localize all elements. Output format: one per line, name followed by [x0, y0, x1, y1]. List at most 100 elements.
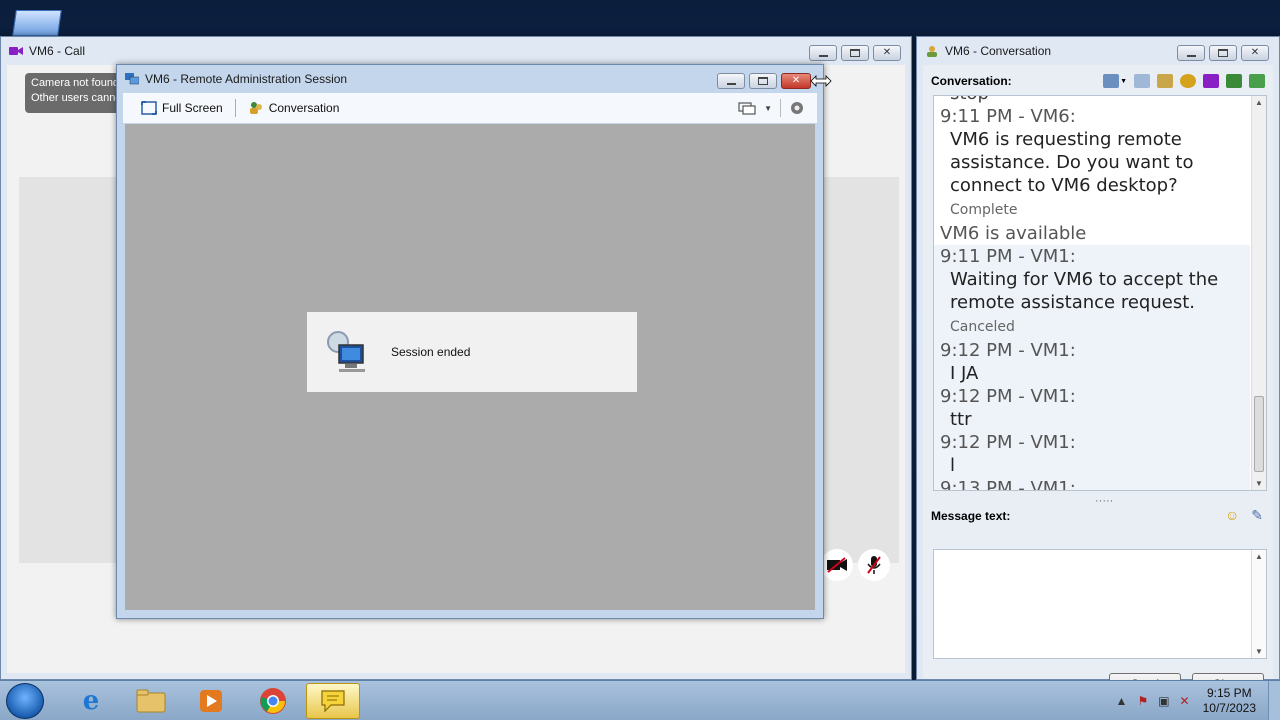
- network-icon[interactable]: ▣: [1158, 694, 1169, 708]
- toolbar-separator: [234, 99, 236, 117]
- message-input[interactable]: ▲ ▼: [933, 549, 1267, 659]
- emoticon-icon[interactable]: ☺: [1225, 507, 1239, 524]
- conversation-label: Conversation:: [931, 74, 1012, 88]
- conversation-window: VM6 - Conversation ✕ Conversation: ▼ sto…: [916, 36, 1280, 694]
- scroll-down-icon[interactable]: ▼: [1255, 647, 1263, 656]
- message-timestamp: 9:12 PM - VM1:: [940, 432, 1076, 453]
- format-text-icon[interactable]: ✎: [1251, 507, 1263, 524]
- ras-window-title: VM6 - Remote Administration Session: [145, 72, 348, 86]
- message-text-label: Message text:: [931, 509, 1011, 523]
- remote-computer-icon: [327, 331, 365, 372]
- clock-time: 9:15 PM: [1206, 686, 1252, 700]
- maximize-button[interactable]: [841, 45, 869, 61]
- message-body-text: Waiting for VM6 to accept the remote ass…: [950, 269, 1219, 313]
- message-timestamp: 9:11 PM - VM1:: [940, 246, 1076, 267]
- full-screen-icon: [141, 101, 157, 115]
- desktop-computer-icon[interactable]: [12, 10, 62, 36]
- internet-explorer-icon: e: [82, 686, 100, 716]
- camera-off-icon: [827, 557, 847, 573]
- clock[interactable]: 9:15 PM 10/7/2023: [1203, 686, 1256, 716]
- invite-users-icon[interactable]: [1226, 74, 1242, 88]
- remote-desktop-view[interactable]: Session ended: [125, 124, 815, 610]
- remote-session-icon: [125, 73, 139, 85]
- message-timestamp: 9:13 PM - VM1:: [940, 478, 1076, 491]
- conversation-label: Conversation: [268, 101, 340, 115]
- taskbar-media-player[interactable]: [184, 683, 238, 719]
- full-screen-label: Full Screen: [162, 101, 223, 115]
- message-text: Waiting for VM6 to accept the remote ass…: [934, 268, 1250, 339]
- message-body-text: VM6 is requesting remote assistance. Do …: [950, 129, 1194, 196]
- message-status: Complete: [950, 202, 1018, 218]
- send-file-icon[interactable]: [1157, 74, 1173, 88]
- add-contact-dropdown-icon[interactable]: ▼: [1103, 74, 1127, 88]
- chrome-icon: [260, 688, 286, 714]
- conversation-history[interactable]: stop 9:11 PM - VM6: VM6 is requesting re…: [933, 95, 1267, 491]
- microphone-muted-icon: [867, 556, 881, 574]
- maximize-button[interactable]: [1209, 45, 1237, 61]
- scroll-thumb[interactable]: [1254, 396, 1264, 472]
- message-status: Canceled: [950, 319, 1015, 335]
- video-call-icon[interactable]: [1203, 74, 1219, 88]
- taskbar: e ▲ ⚑ ▣ ✕ 9:15 PM 10/7/2023: [0, 680, 1280, 720]
- remote-assistance-icon[interactable]: [1180, 74, 1196, 88]
- scroll-up-icon[interactable]: ▲: [1255, 98, 1263, 107]
- folder-icon: [136, 689, 166, 713]
- display-options-icon[interactable]: [738, 101, 756, 115]
- conversation-button[interactable]: Conversation: [242, 100, 346, 116]
- chat-bubble-icon: [321, 690, 345, 713]
- show-hidden-icons-icon[interactable]: ▲: [1116, 694, 1128, 708]
- close-button[interactable]: ✕: [1241, 45, 1269, 61]
- minimize-button[interactable]: [1177, 45, 1205, 61]
- show-desktop-button[interactable]: [1268, 681, 1280, 720]
- tooltip-line-1: Camera not found: [31, 77, 120, 89]
- message-timestamp: 9:12 PM - VM1:: [940, 386, 1076, 407]
- session-ended-panel: Session ended: [307, 312, 637, 392]
- toolbar-separator: [780, 99, 781, 117]
- conversation-window-title: VM6 - Conversation: [945, 44, 1052, 58]
- scroll-up-icon[interactable]: ▲: [1255, 552, 1263, 561]
- message-text: stop: [934, 96, 1250, 105]
- splitter-grip[interactable]: ·····: [1095, 495, 1113, 507]
- history-scrollbar[interactable]: ▲ ▼: [1251, 96, 1266, 490]
- conversation-header: Conversation: ▼: [931, 71, 1265, 91]
- conversation-icon: [249, 102, 262, 114]
- message-timestamp: 9:12 PM - VM1:: [940, 340, 1076, 361]
- full-screen-button[interactable]: Full Screen: [135, 101, 229, 115]
- session-status-text: Session ended: [391, 345, 471, 359]
- input-scrollbar[interactable]: ▲ ▼: [1251, 550, 1266, 658]
- maximize-button[interactable]: [749, 73, 777, 89]
- media-player-icon: [200, 690, 222, 712]
- settings-gear-icon[interactable]: [789, 100, 805, 116]
- display-dropdown-arrow-icon[interactable]: ▼: [764, 104, 772, 113]
- mute-button[interactable]: [858, 549, 890, 581]
- minimize-button[interactable]: [809, 45, 837, 61]
- clock-date: 10/7/2023: [1202, 701, 1256, 715]
- resize-cursor-icon: [810, 75, 832, 87]
- taskbar-file-explorer[interactable]: [124, 683, 178, 719]
- user-icon: [927, 46, 937, 57]
- remote-session-window: VM6 - Remote Administration Session ✕ Fu…: [116, 64, 824, 619]
- action-center-flag-icon[interactable]: ⚑: [1137, 694, 1148, 708]
- ras-toolbar: Full Screen Conversation ▼: [123, 93, 817, 123]
- volume-muted-icon[interactable]: ✕: [1180, 694, 1190, 708]
- conversation-body: Conversation: ▼ stop 9:11 PM - VM6: VM6 …: [923, 65, 1273, 694]
- tooltip-line-2: Other users canno: [31, 92, 122, 104]
- taskbar-chrome[interactable]: [246, 683, 300, 719]
- close-button[interactable]: ✕: [873, 45, 901, 61]
- message-text: ttr: [950, 409, 972, 430]
- message-text: l: [950, 455, 956, 476]
- taskbar-chat-app[interactable]: [306, 683, 360, 719]
- conversation-toolbar: ▼: [1103, 74, 1265, 88]
- close-button[interactable]: ✕: [781, 73, 811, 89]
- message-timestamp: 9:11 PM - VM6:: [940, 106, 1076, 127]
- scroll-down-icon[interactable]: ▼: [1255, 479, 1263, 488]
- export-icon[interactable]: [1249, 74, 1265, 88]
- call-window-title: VM6 - Call: [29, 44, 86, 58]
- history-icon[interactable]: [1134, 74, 1150, 88]
- taskbar-internet-explorer[interactable]: e: [64, 683, 118, 719]
- start-button[interactable]: [6, 683, 44, 719]
- call-titlebar[interactable]: VM6 - Call: [1, 37, 911, 65]
- camera-off-button[interactable]: [821, 549, 853, 581]
- minimize-button[interactable]: [717, 73, 745, 89]
- video-camera-icon: [9, 47, 23, 55]
